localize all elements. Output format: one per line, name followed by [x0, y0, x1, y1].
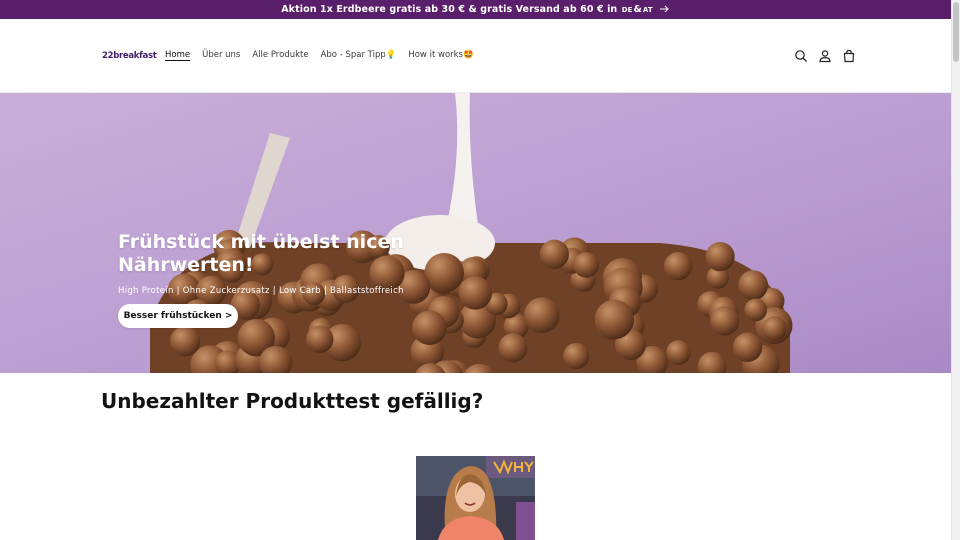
cereal-ball: [306, 325, 334, 353]
announcement-bar[interactable]: Aktion 1x Erdbeere gratis ab 30 € & grat…: [0, 0, 951, 19]
cereal-ball: [744, 298, 767, 322]
arrow-right-icon: [659, 3, 670, 16]
hero-text: Frühstück mit übelst nicen Nährwerten! H…: [118, 231, 438, 296]
cereal-ball: [458, 276, 492, 310]
scrollbar[interactable]: [951, 0, 960, 540]
nav-item-how-it-works[interactable]: How it works🤩: [408, 50, 473, 60]
cereal-ball: [524, 297, 560, 333]
cereal-ball: [573, 252, 599, 278]
nav-item-abo-spar-tipp[interactable]: Abo - Spar Tipp💡: [321, 50, 397, 60]
account-icon[interactable]: [818, 48, 832, 63]
cereal-ball: [666, 340, 691, 365]
cereal-ball: [539, 239, 570, 269]
cereal-ball: [498, 333, 528, 363]
announcement-country-de: DE: [621, 5, 633, 14]
video-thumbnail-image: [416, 456, 535, 540]
main-nav: Home Über uns Alle Produkte Abo - Spar T…: [165, 50, 474, 60]
logo[interactable]: 22breakfast: [102, 51, 157, 61]
site-header: 22breakfast Home Über uns Alle Produkte …: [0, 19, 951, 93]
cereal-ball: [761, 316, 787, 342]
search-icon[interactable]: [794, 48, 808, 62]
hero-subtitle: High Protein | Ohne Zuckerzusatz | Low C…: [118, 286, 404, 296]
hero-title: Frühstück mit übelst nicen Nährwerten!: [118, 231, 404, 276]
scrollbar-thumb[interactable]: [953, 2, 959, 62]
cereal-ball: [170, 326, 201, 357]
cereal-ball: [705, 242, 735, 272]
cereal-ball: [710, 306, 740, 336]
hero-cta-button[interactable]: Besser frühstücken >: [118, 304, 238, 328]
cereal-ball: [412, 310, 447, 345]
cereal-ball: [563, 342, 590, 370]
section-title: Unbezahlter Produkttest gefällig?: [101, 389, 484, 413]
hero-banner: Frühstück mit übelst nicen Nährwerten! H…: [0, 93, 951, 373]
cereal-ball: [664, 252, 693, 281]
nav-item-ueber-uns[interactable]: Über uns: [202, 50, 240, 60]
announcement-country-at: AT: [642, 5, 653, 14]
announcement-text: Aktion 1x Erdbeere gratis ab 30 € & grat…: [281, 4, 618, 15]
cart-icon[interactable]: [842, 48, 856, 63]
video-thumbnail[interactable]: [416, 456, 535, 540]
announcement-amp: &: [633, 4, 642, 15]
nav-item-alle-produkte[interactable]: Alle Produkte: [252, 50, 308, 60]
nav-item-home[interactable]: Home: [165, 50, 190, 60]
cereal-ball: [738, 270, 768, 301]
page: Aktion 1x Erdbeere gratis ab 30 € & grat…: [0, 0, 960, 540]
cereal-ball: [732, 332, 763, 362]
header-icons: [794, 48, 856, 63]
cereal-ball: [594, 299, 635, 340]
